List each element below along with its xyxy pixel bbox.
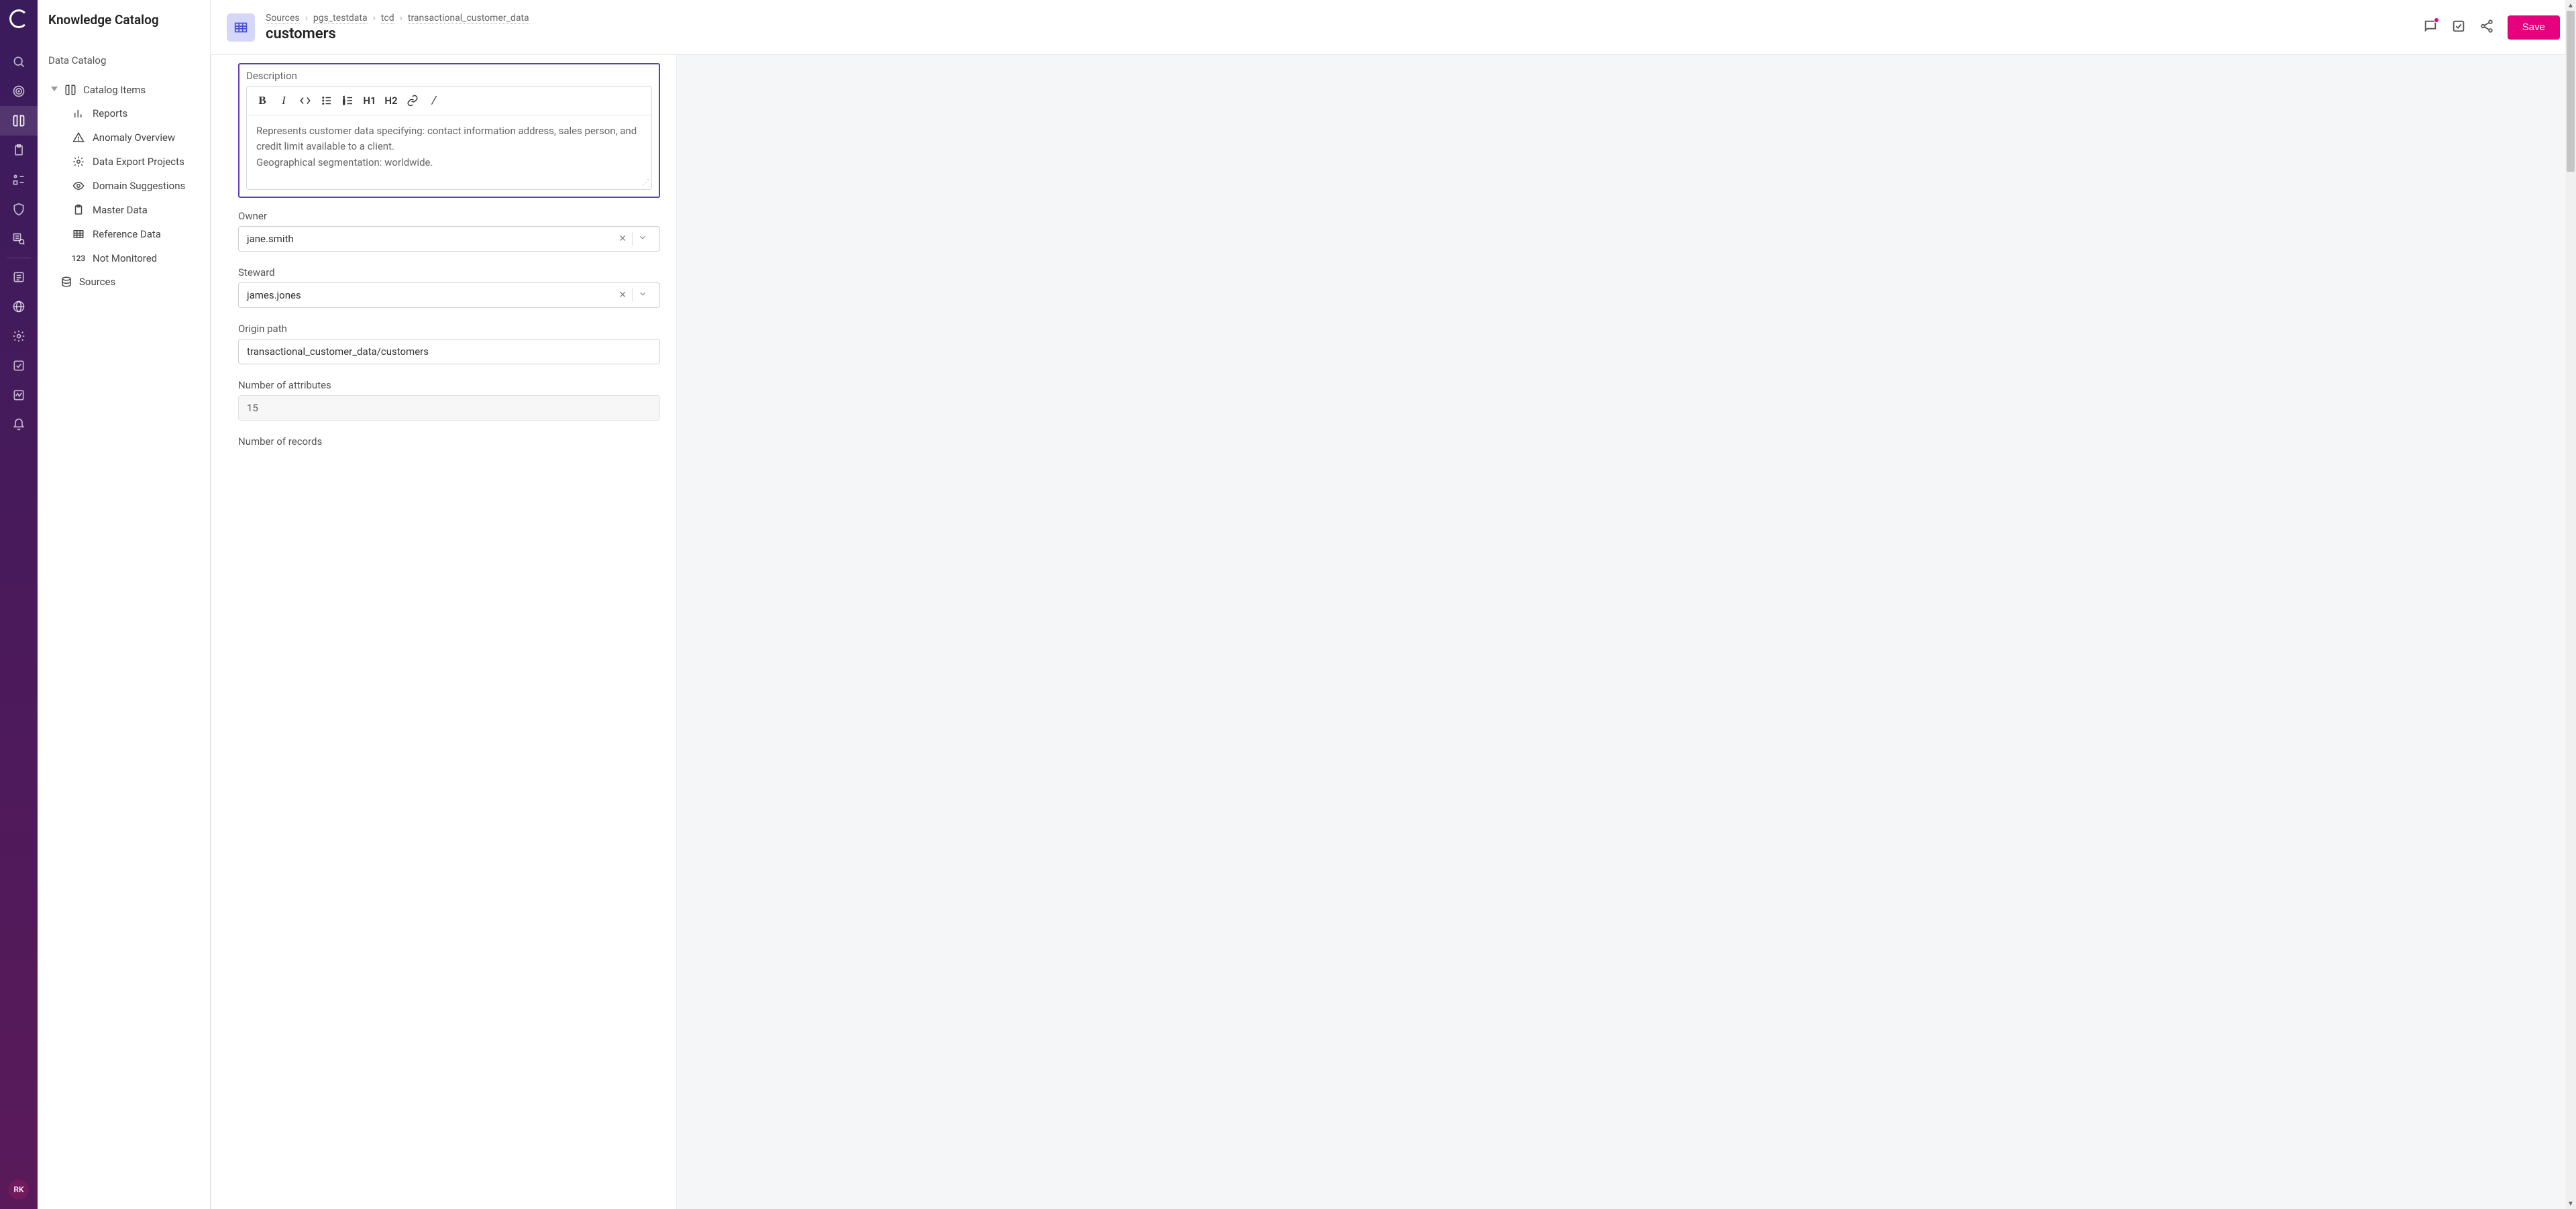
section-label: Data Catalog (48, 54, 199, 66)
sidebar-item-not-monitored[interactable]: 123 Not Monitored (72, 246, 199, 270)
description-textarea[interactable]: Represents customer data specifying: con… (247, 115, 651, 189)
rail-list[interactable] (0, 262, 38, 292)
share-icon[interactable] (2479, 19, 2494, 36)
left-nav-rail: RK (0, 0, 38, 1209)
description-field-group: Description B I 123 H1 H2 / (238, 63, 660, 198)
steward-label: Steward (238, 266, 660, 278)
page-header: Sources › pgs_testdata › tcd › transacti… (211, 0, 2576, 55)
chart-icon (72, 107, 85, 119)
chevron-down-icon[interactable] (634, 289, 651, 301)
form-panel: Description B I 123 H1 H2 / (211, 55, 677, 1209)
rail-catalog[interactable] (0, 106, 38, 136)
notification-dot (2434, 17, 2439, 23)
description-label: Description (246, 70, 652, 82)
page-title: customers (266, 25, 529, 42)
rail-shield[interactable] (0, 195, 38, 224)
code-button[interactable] (298, 93, 313, 108)
comments-icon[interactable] (2423, 19, 2438, 36)
rail-globe[interactable] (0, 292, 38, 321)
crumb-sources[interactable]: Sources (266, 13, 300, 24)
scroll-thumb[interactable] (2567, 11, 2575, 172)
ordered-list-button[interactable]: 123 (341, 93, 356, 108)
rail-checkbox[interactable] (0, 351, 38, 380)
warning-icon (72, 132, 85, 144)
user-avatar[interactable]: RK (9, 1179, 29, 1200)
h2-button[interactable]: H2 (384, 93, 398, 108)
table-icon (72, 228, 85, 240)
sidebar-item-label: Not Monitored (93, 252, 157, 264)
clear-icon[interactable]: ✕ (614, 290, 631, 301)
crumb-testdata[interactable]: pgs_testdata (313, 13, 368, 24)
rail-structure[interactable] (0, 165, 38, 195)
product-name: Knowledge Catalog (48, 12, 199, 28)
vertical-scrollbar[interactable]: ▲ ▼ (2565, 0, 2576, 1209)
rail-search[interactable] (0, 47, 38, 76)
sidebar-item-label: Reports (93, 107, 127, 119)
sidebar-item-master[interactable]: Master Data (72, 198, 199, 222)
chevron-down-icon[interactable] (634, 233, 651, 245)
sidebar-item-export[interactable]: Data Export Projects (72, 150, 199, 174)
bold-button[interactable]: B (255, 93, 270, 108)
clipboard-icon (72, 204, 85, 216)
scroll-down-icon[interactable]: ▼ (2565, 1198, 2576, 1209)
resize-handle-icon: ⋰ (642, 176, 649, 188)
num-attributes-value: 15 (238, 395, 660, 421)
rail-settings[interactable] (0, 321, 38, 351)
rail-inspect[interactable] (0, 224, 38, 254)
num-attributes-label: Number of attributes (238, 379, 660, 391)
rail-activity[interactable] (0, 380, 38, 410)
slash-button[interactable]: / (427, 93, 441, 108)
bullet-list-button[interactable] (319, 93, 334, 108)
sidebar-item-domain[interactable]: Domain Suggestions (72, 174, 199, 198)
owner-label: Owner (238, 210, 660, 222)
steward-select[interactable]: james.jones ✕ (238, 282, 660, 308)
owner-value: jane.smith (247, 233, 614, 245)
steward-value: james.jones (247, 289, 614, 301)
h1-button[interactable]: H1 (362, 93, 377, 108)
sidebar-item-label: Master Data (93, 204, 148, 216)
breadcrumb: Sources › pgs_testdata › tcd › transacti… (266, 13, 529, 24)
owner-select[interactable]: jane.smith ✕ (238, 226, 660, 252)
rail-bell[interactable] (0, 410, 38, 439)
chevron-right-icon: › (400, 13, 402, 23)
sidebar-item-label: Data Export Projects (93, 156, 184, 168)
save-button[interactable]: Save (2508, 15, 2560, 40)
rail-clipboard[interactable] (0, 136, 38, 165)
crumb-tcd[interactable]: tcd (381, 13, 394, 24)
sidebar-item-label: Reference Data (93, 228, 161, 240)
tree-label: Catalog Items (83, 84, 146, 96)
rte-toolbar: B I 123 H1 H2 / (247, 87, 651, 115)
crumb-transactional[interactable]: transactional_customer_data (408, 13, 529, 24)
rail-target[interactable] (0, 76, 38, 106)
chevron-right-icon: › (305, 13, 308, 23)
sidebar-item-reference[interactable]: Reference Data (72, 222, 199, 246)
tasks-icon[interactable] (2451, 19, 2466, 36)
svg-text:3: 3 (343, 102, 345, 106)
origin-input[interactable]: transactional_customer_data/customers (238, 339, 660, 364)
sidebar-item-label: Anomaly Overview (93, 132, 175, 144)
app-logo (9, 9, 28, 28)
sidebar: Knowledge Catalog Data Catalog Catalog I… (38, 0, 211, 1209)
num-records-label: Number of records (238, 435, 660, 448)
tree-sources[interactable]: Sources (48, 270, 199, 293)
database-icon (60, 276, 72, 288)
numbers-icon: 123 (72, 252, 85, 264)
clear-icon[interactable]: ✕ (614, 233, 631, 244)
scroll-up-icon[interactable]: ▲ (2565, 0, 2576, 11)
eye-icon (72, 180, 85, 192)
tree-label: Sources (79, 276, 115, 288)
tree-catalog-items[interactable]: Catalog Items (48, 78, 199, 101)
sidebar-item-anomaly[interactable]: Anomaly Overview (72, 125, 199, 150)
gear-icon (72, 156, 85, 168)
chevron-right-icon: › (373, 13, 376, 23)
link-button[interactable] (405, 93, 420, 108)
italic-button[interactable]: I (276, 93, 291, 108)
sidebar-item-label: Domain Suggestions (93, 180, 185, 192)
description-editor: B I 123 H1 H2 / Represents customer data… (246, 86, 652, 190)
page-type-icon (227, 13, 255, 42)
sidebar-item-reports[interactable]: Reports (72, 101, 199, 125)
origin-label: Origin path (238, 323, 660, 335)
